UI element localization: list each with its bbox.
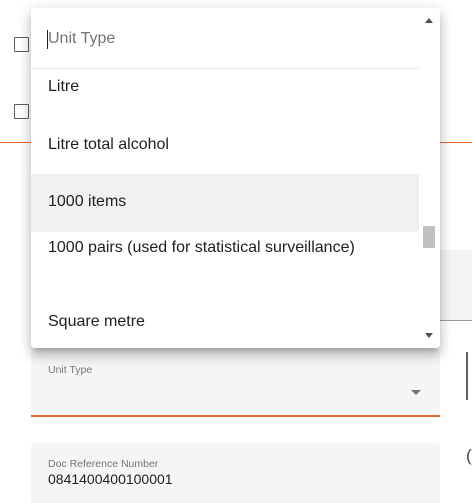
option-label: Square metre: [48, 313, 145, 330]
scroll-down-arrow-icon[interactable]: [425, 333, 433, 338]
chevron-down-icon[interactable]: [411, 390, 421, 395]
doc-reference-value[interactable]: 0841400400100001: [48, 471, 173, 487]
section-divider: [440, 320, 472, 321]
row-checkbox-1[interactable]: [14, 37, 29, 52]
unit-type-dropdown[interactable]: Litre Litre total alcohol 1000 items 100…: [31, 8, 440, 348]
dropdown-search-row: [31, 8, 419, 69]
option-square-metre[interactable]: Square metre: [31, 300, 419, 348]
row-checkbox-2[interactable]: [14, 104, 29, 119]
doc-reference-label: Doc Reference Number: [48, 458, 159, 470]
option-label: Litre total alcohol: [48, 136, 169, 153]
text-caret: [47, 30, 48, 49]
doc-reference-field[interactable]: Doc Reference Number 0841400400100001: [31, 443, 440, 503]
option-label: Litre: [48, 78, 80, 95]
unit-type-select[interactable]: Unit Type: [31, 349, 440, 417]
option-label: 1000 items: [48, 193, 127, 210]
adjacent-field-glyph: (: [466, 446, 472, 465]
adjacent-field-edge: [466, 352, 468, 400]
option-1000-items[interactable]: 1000 items: [31, 174, 419, 232]
scrollbar-thumb[interactable]: [423, 226, 435, 248]
option-litre-total-alcohol[interactable]: Litre total alcohol: [31, 116, 419, 174]
unit-type-search-input[interactable]: [48, 24, 388, 54]
unit-type-label: Unit Type: [48, 364, 93, 376]
option-label: 1000 pairs (used for statistical surveil…: [48, 239, 355, 256]
option-litre[interactable]: Litre: [31, 68, 419, 116]
option-1000-pairs[interactable]: 1000 pairs (used for statistical surveil…: [31, 232, 419, 300]
form-header-strip: [440, 250, 472, 320]
dropdown-scrollbar[interactable]: [419, 8, 440, 348]
scroll-up-arrow-icon[interactable]: [425, 18, 433, 23]
